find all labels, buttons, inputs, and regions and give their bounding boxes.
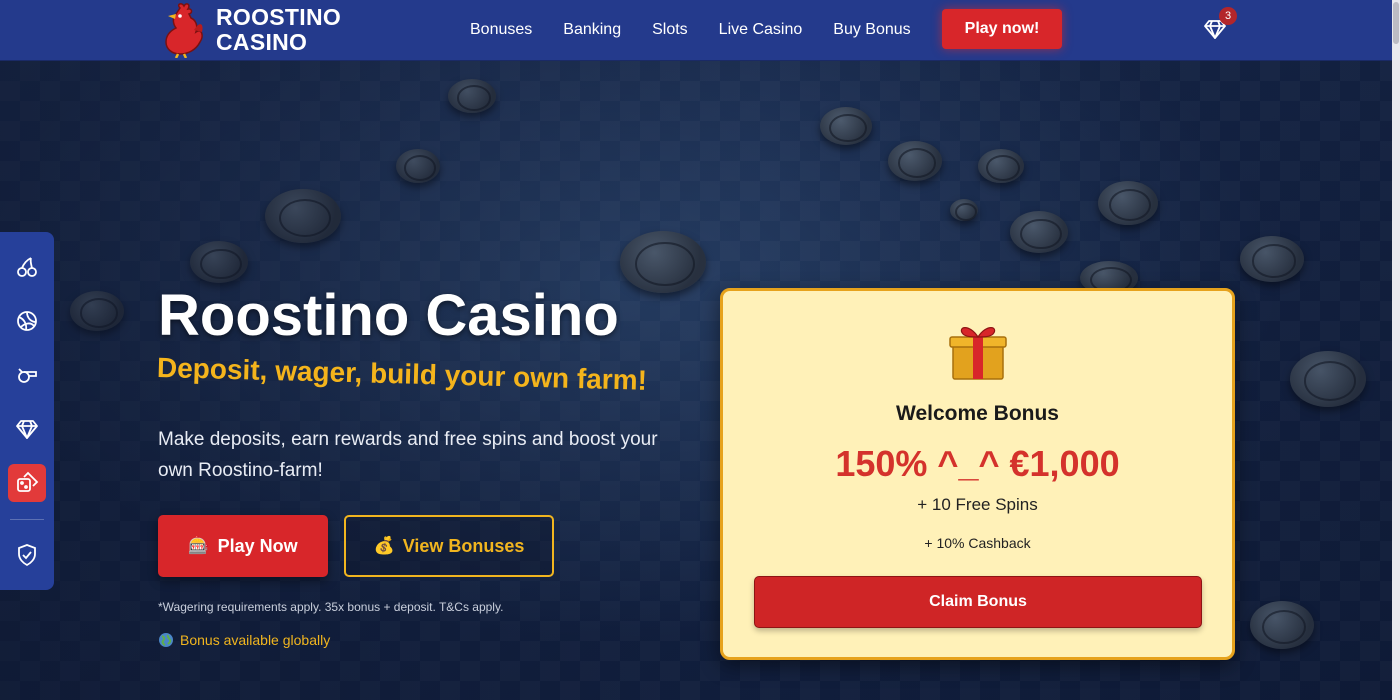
scrollbar[interactable] bbox=[1392, 0, 1400, 700]
bonus-free-spins: + 10 Free Spins bbox=[917, 495, 1038, 514]
play-now-header-button[interactable]: Play now! bbox=[942, 9, 1062, 49]
sidebar-item-diamond[interactable] bbox=[8, 410, 46, 448]
sidebar-item-games[interactable] bbox=[8, 464, 46, 502]
gift-icon bbox=[949, 327, 1007, 380]
bonus-cashback: + 10% Cashback bbox=[924, 535, 1031, 551]
globe-icon bbox=[159, 633, 173, 647]
terms-note: *Wagering requirements apply. 35x bonus … bbox=[158, 600, 504, 614]
scrollbar-thumb[interactable] bbox=[1393, 2, 1399, 44]
play-now-button[interactable]: 🎰 Play Now bbox=[158, 515, 328, 577]
claim-bonus-button[interactable]: Claim Bonus bbox=[754, 576, 1202, 628]
nav-live-casino[interactable]: Live Casino bbox=[719, 21, 803, 39]
hero-description: Make deposits, earn rewards and free spi… bbox=[158, 429, 658, 481]
sidebar-item-security[interactable] bbox=[8, 536, 46, 574]
diamond-icon bbox=[16, 420, 38, 439]
site-header: ROOSTINO CASINO Bonuses Banking Slots Li… bbox=[0, 0, 1400, 61]
hero-title: Roostino Casino bbox=[158, 283, 619, 348]
site-logo[interactable]: ROOSTINO CASINO bbox=[158, 2, 341, 58]
notification-badge: 3 bbox=[1219, 7, 1237, 25]
quick-sidebar bbox=[0, 232, 54, 590]
global-availability: Bonus available globally bbox=[158, 632, 330, 648]
dice-icon bbox=[17, 471, 39, 492]
volleyball-icon bbox=[17, 311, 37, 331]
welcome-bonus-card: Welcome Bonus 150% ^_^ €1,000 + 10 Free … bbox=[720, 288, 1235, 660]
view-bonuses-label: View Bonuses bbox=[402, 535, 525, 556]
nav-buy-bonus[interactable]: Buy Bonus bbox=[833, 21, 910, 39]
sidebar-item-sports[interactable] bbox=[8, 302, 46, 340]
bonus-offer: 150% ^_^ €1,000 bbox=[835, 443, 1120, 484]
nav-bonuses[interactable]: Bonuses bbox=[470, 21, 532, 39]
view-bonuses-button[interactable]: 💰 View Bonuses bbox=[344, 515, 554, 577]
global-availability-text: Bonus available globally bbox=[180, 632, 331, 648]
shield-check-icon bbox=[18, 544, 36, 567]
sidebar-divider bbox=[10, 519, 44, 520]
play-now-label: Play Now bbox=[217, 535, 298, 556]
main-nav: Bonuses Banking Slots Live Casino Buy Bo… bbox=[470, 0, 942, 60]
rooster-logo-icon bbox=[165, 3, 203, 58]
sidebar-item-cherry[interactable] bbox=[8, 248, 46, 286]
whistle-icon bbox=[18, 368, 37, 383]
logo-line-1: ROOSTINO bbox=[216, 4, 342, 30]
logo-line-2: CASINO bbox=[216, 29, 308, 55]
money-bag-icon: 💰 bbox=[373, 536, 395, 555]
slot-machine-icon: 🎰 bbox=[188, 536, 210, 555]
sidebar-item-whistle[interactable] bbox=[8, 356, 46, 394]
logo-wordmark: ROOSTINO CASINO bbox=[216, 5, 341, 55]
cherry-icon bbox=[17, 257, 37, 277]
bonus-title: Welcome Bonus bbox=[896, 402, 1059, 425]
nav-slots[interactable]: Slots bbox=[652, 21, 688, 39]
nav-banking[interactable]: Banking bbox=[563, 21, 621, 39]
